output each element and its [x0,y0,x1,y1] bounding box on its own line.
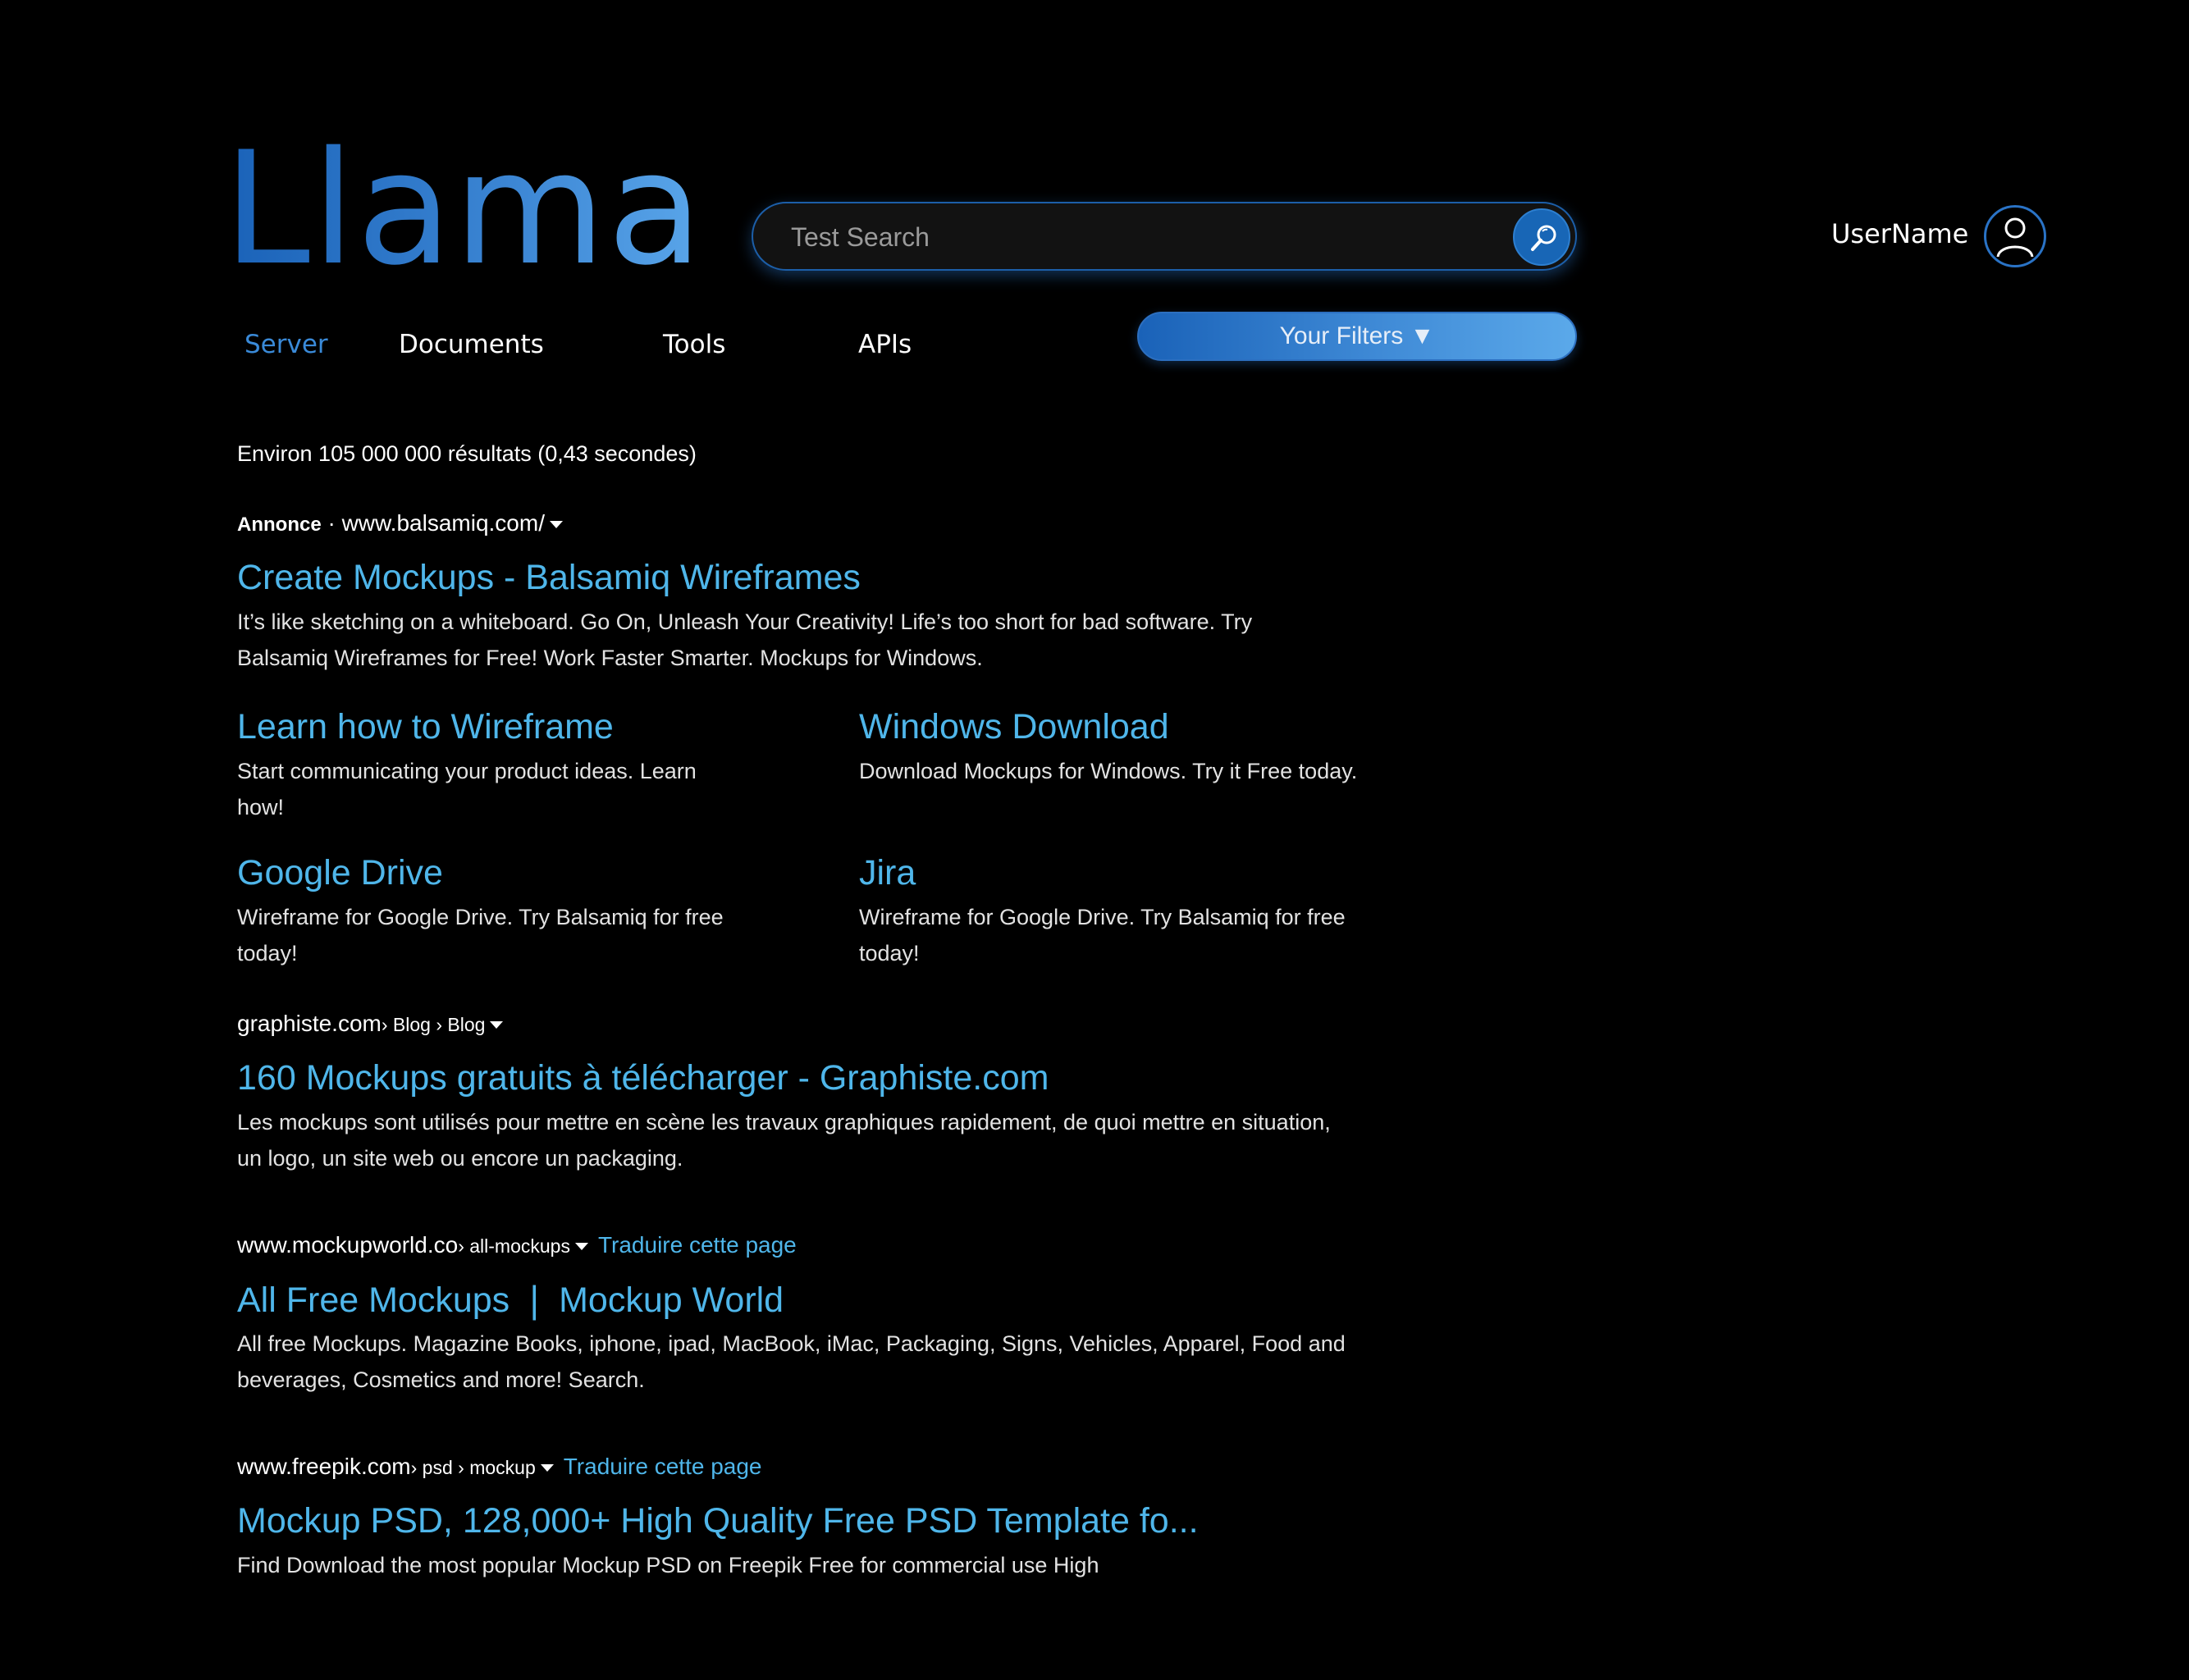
sitelink-description: Wireframe for Google Drive. Try Balsamiq… [237,905,724,966]
result-title[interactable]: 160 Mockups gratuits à télécharger - Gra… [237,1058,1049,1098]
search-button[interactable] [1513,208,1570,266]
caret-down-icon[interactable] [540,1464,554,1472]
filters-button[interactable]: Your Filters ▼ [1137,312,1577,361]
result-breadcrumb: www.mockupworld.co› all-mockups Traduire … [237,1232,797,1258]
sitelink-description: Start communicating your product ideas. … [237,759,697,819]
result-description: All free Mockups. Magazine Books, iphone… [237,1331,1346,1392]
search-icon [1531,225,1556,251]
result-title[interactable]: Mockup PSD, 128,000+ High Quality Free P… [237,1501,1199,1541]
nav-apis[interactable]: APIs [858,330,912,359]
nav-server[interactable]: Server [244,330,328,359]
result-description: Les mockups sont utilisés pour mettre en… [237,1110,1331,1171]
avatar[interactable] [1984,205,2046,267]
ad-description: It’s like sketching on a whiteboard. Go … [237,609,1253,670]
search-bar [752,202,1577,271]
caret-down-icon[interactable] [490,1021,504,1029]
ad-title[interactable]: Create Mockups - Balsamiq Wireframes [237,558,861,598]
result-path: › all-mockups [458,1235,570,1257]
username[interactable]: UserName [1831,218,1968,249]
sitelink-title[interactable]: Learn how to Wireframe [237,707,614,747]
result-path: › Blog › Blog [381,1014,486,1035]
result-description: Find Download the most popular Mockup PS… [237,1553,1099,1577]
sitelink-title[interactable]: Google Drive [237,853,443,893]
translate-link[interactable]: Traduire cette page [598,1232,797,1258]
ad-url[interactable]: www.balsamiq.com/ [342,510,545,536]
caret-down-icon[interactable] [574,1243,588,1251]
ad-label: Annonce [237,514,322,536]
result-breadcrumb: www.freepik.com› psd › mockup Traduire ce… [237,1454,762,1480]
translate-link[interactable]: Traduire cette page [564,1454,762,1479]
result-path: › psd › mockup [410,1457,536,1478]
sitelink-description: Wireframe for Google Drive. Try Balsamiq… [859,905,1346,966]
user-icon [1996,217,2034,258]
ad-breadcrumb: Annonce · www.balsamiq.com/ [237,510,563,536]
sitelink-title[interactable]: Windows Download [859,707,1169,747]
result-domain[interactable]: www.mockupworld.co [237,1232,458,1258]
result-domain[interactable]: graphiste.com [237,1011,382,1036]
sitelink-description: Download Mockups for Windows. Try it Fre… [859,759,1358,783]
caret-down-icon[interactable] [549,521,563,529]
results-stats: Environ 105 000 000 résultats (0,43 seco… [237,441,697,466]
result-title[interactable]: All Free Mockups ❘ Mockup World [237,1280,784,1321]
nav-documents[interactable]: Documents [399,330,544,359]
nav-tools[interactable]: Tools [663,330,725,359]
sitelink-title[interactable]: Jira [859,853,916,893]
result-domain[interactable]: www.freepik.com [237,1454,411,1479]
search-input[interactable] [789,215,1433,259]
logo[interactable]: Llama [223,131,705,287]
result-breadcrumb: graphiste.com› Blog › Blog [237,1011,504,1037]
